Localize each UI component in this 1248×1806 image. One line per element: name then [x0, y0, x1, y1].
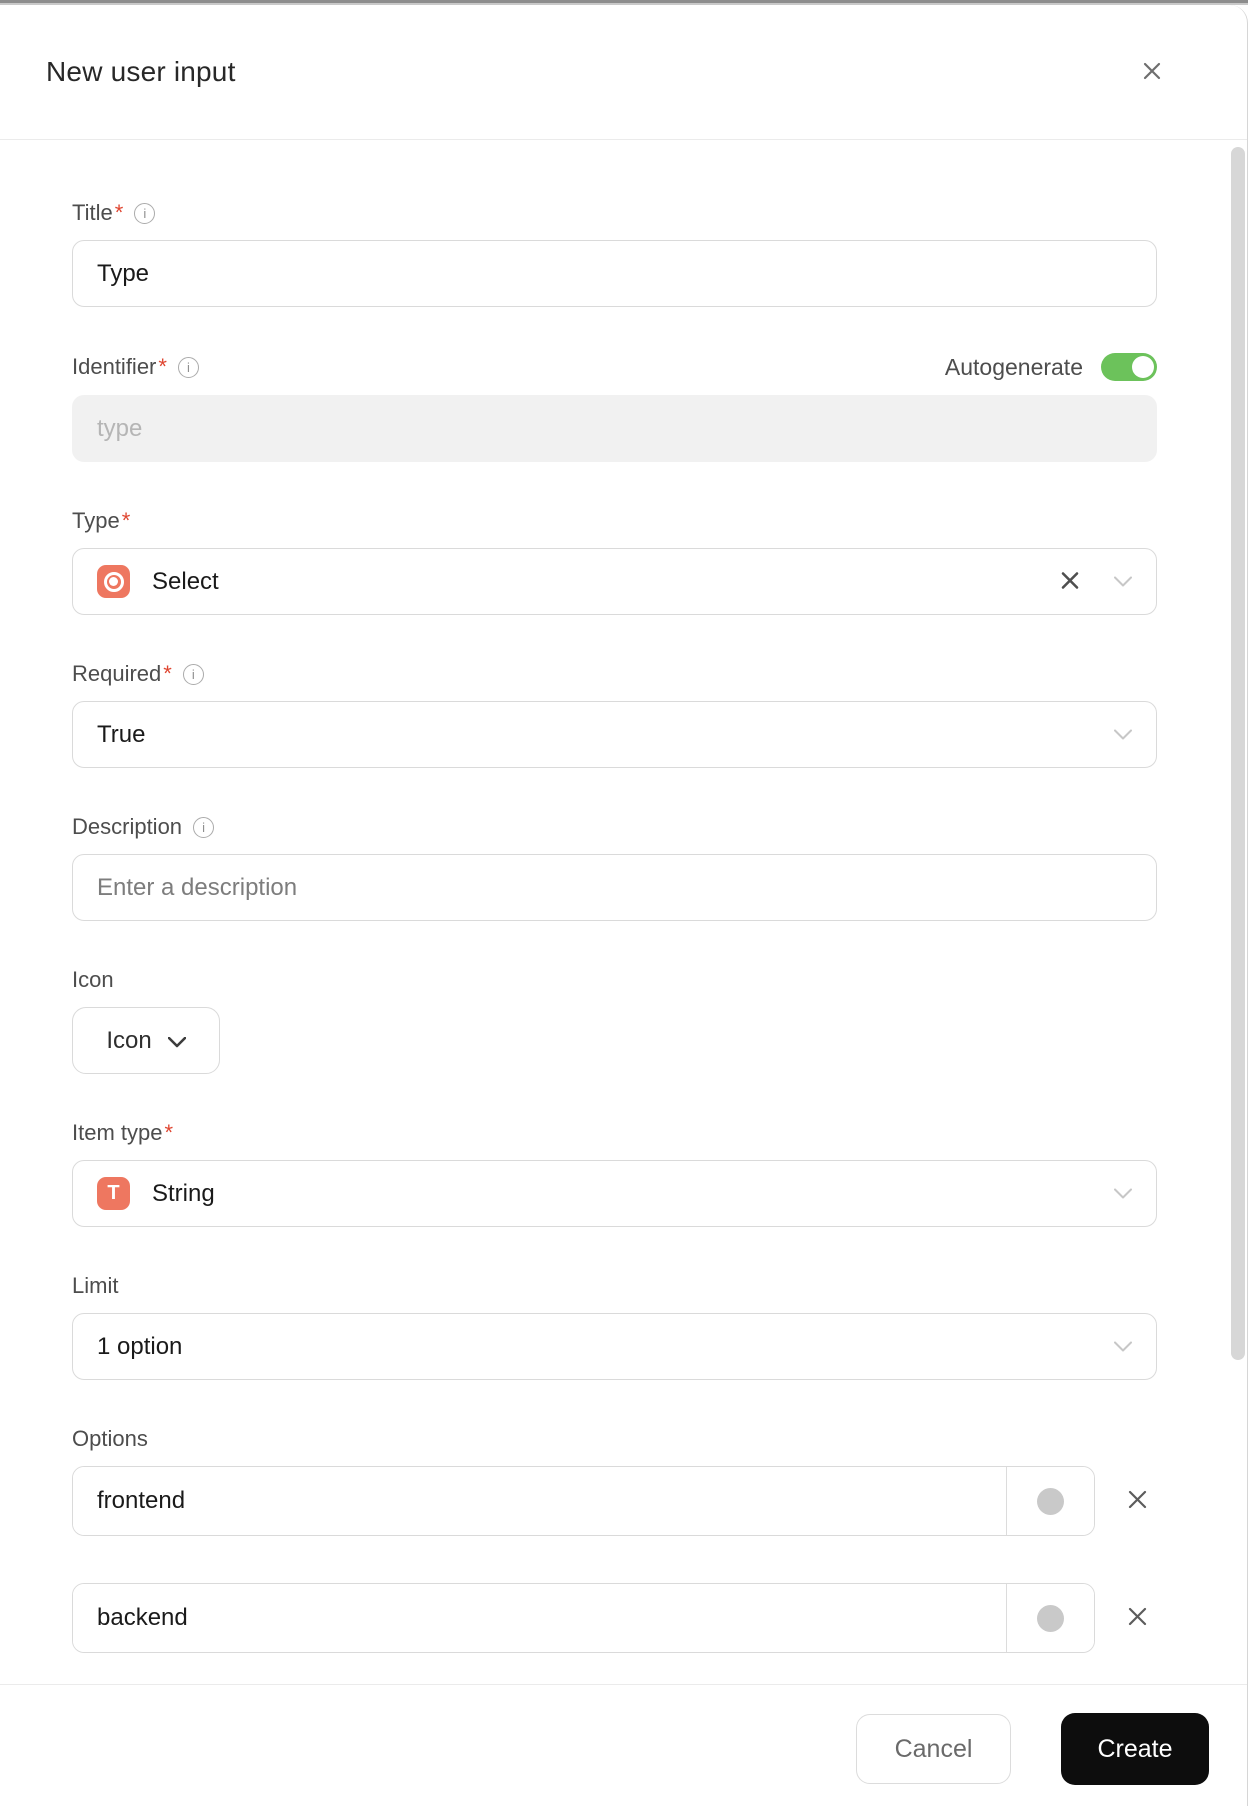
scrollbar[interactable]: [1231, 147, 1245, 1360]
field-type: Type * Select: [72, 508, 1157, 615]
field-description: Description: [72, 814, 1157, 921]
title-input[interactable]: [72, 240, 1157, 307]
option-row: [72, 1466, 1157, 1536]
field-options: Options: [72, 1426, 1157, 1653]
icon-label: Icon: [72, 967, 114, 992]
info-icon[interactable]: [182, 663, 204, 685]
cancel-button[interactable]: Cancel: [856, 1714, 1011, 1784]
field-title: Title *: [72, 200, 1157, 307]
chevron-down-icon: [1114, 1188, 1132, 1199]
item-type-select[interactable]: T String: [72, 1160, 1157, 1227]
dialog-title: New user input: [46, 56, 236, 87]
new-user-input-dialog: New user input Title * Identifier *: [0, 5, 1248, 1806]
required-asterisk: *: [163, 661, 172, 686]
info-icon[interactable]: [193, 816, 215, 838]
option-color-picker[interactable]: [1006, 1584, 1094, 1652]
color-swatch-icon: [1037, 1604, 1064, 1632]
autogenerate-toggle[interactable]: [1101, 353, 1157, 381]
field-limit: Limit 1 option: [72, 1273, 1157, 1380]
remove-option-button[interactable]: [1119, 1600, 1155, 1636]
option-input-group: [72, 1466, 1095, 1536]
options-label: Options: [72, 1426, 148, 1451]
identifier-input: [72, 395, 1157, 462]
field-icon: Icon Icon: [72, 967, 1157, 1074]
item-type-select-value: String: [152, 1179, 215, 1207]
clear-x-icon: [1058, 568, 1082, 595]
option-input-group: [72, 1583, 1095, 1653]
chevron-down-icon: [1114, 1341, 1132, 1352]
required-label: Required: [72, 661, 162, 686]
info-icon[interactable]: [177, 356, 199, 378]
required-asterisk: *: [121, 508, 131, 533]
chevron-down-icon: [167, 1027, 186, 1055]
dialog-body: Title * Identifier * Autogenerate Type *: [0, 200, 1247, 1653]
limit-label: Limit: [72, 1273, 119, 1298]
option-value-input[interactable]: [73, 1467, 1006, 1535]
icon-picker-label: Icon: [106, 1026, 152, 1054]
option-color-picker[interactable]: [1006, 1467, 1094, 1535]
option-row: [72, 1583, 1157, 1653]
field-identifier: Identifier * Autogenerate: [72, 353, 1157, 462]
toggle-knob: [1132, 356, 1154, 378]
clear-selection-button[interactable]: [1058, 568, 1082, 595]
type-label: Type: [72, 508, 120, 533]
string-type-icon: T: [97, 1177, 130, 1210]
field-required: Required * True: [72, 661, 1157, 768]
color-swatch-icon: [1037, 1487, 1064, 1515]
field-item-type: Item type * T String: [72, 1120, 1157, 1227]
type-select[interactable]: Select: [72, 548, 1157, 615]
close-icon: [1139, 58, 1165, 87]
remove-option-button[interactable]: [1119, 1483, 1155, 1519]
limit-select-value: 1 option: [97, 1332, 183, 1360]
chevron-down-icon: [1114, 576, 1132, 587]
limit-select[interactable]: 1 option: [72, 1313, 1157, 1380]
remove-x-icon: [1125, 1604, 1150, 1632]
dialog-footer: Cancel Create: [0, 1684, 1247, 1785]
type-select-value: Select: [152, 567, 219, 595]
title-label: Title: [72, 200, 113, 225]
required-asterisk: *: [114, 200, 124, 225]
item-type-label: Item type: [72, 1120, 163, 1145]
identifier-label: Identifier: [72, 354, 157, 379]
description-label: Description: [72, 814, 183, 839]
info-icon[interactable]: [134, 202, 156, 224]
create-button[interactable]: Create: [1061, 1713, 1209, 1785]
icon-picker-button[interactable]: Icon: [72, 1007, 220, 1074]
autogenerate-label: Autogenerate: [944, 353, 1083, 380]
option-value-input[interactable]: [73, 1584, 1006, 1652]
select-radio-icon: [97, 565, 130, 598]
description-input[interactable]: [72, 854, 1157, 921]
close-button[interactable]: [1135, 55, 1169, 89]
dialog-header: New user input: [0, 5, 1247, 140]
required-asterisk: *: [164, 1120, 174, 1145]
chevron-down-icon: [1114, 729, 1132, 740]
remove-x-icon: [1125, 1487, 1150, 1515]
required-select-value: True: [97, 720, 146, 748]
required-asterisk: *: [158, 354, 167, 379]
required-select[interactable]: True: [72, 701, 1157, 768]
